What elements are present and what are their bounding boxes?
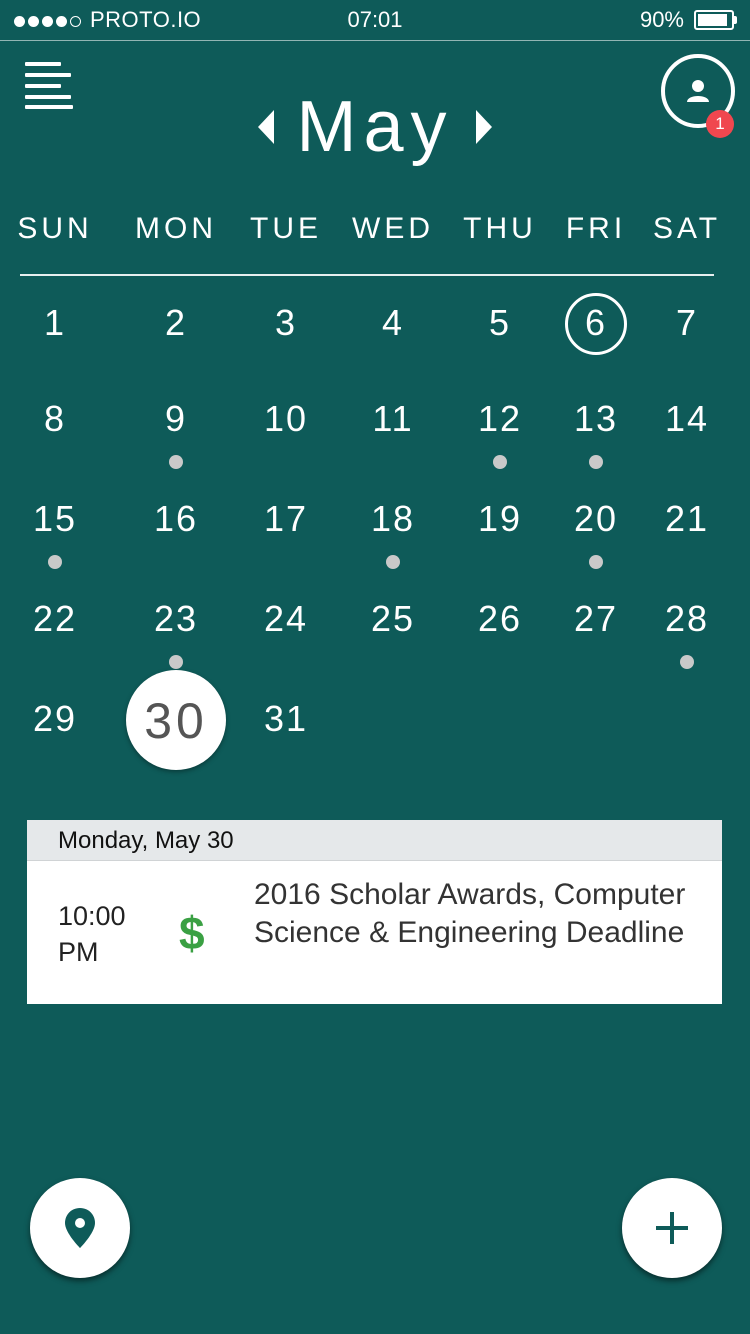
calendar-day[interactable]: 27 (556, 598, 636, 640)
location-pin-icon (65, 1208, 95, 1248)
calendar-day[interactable]: 21 (647, 498, 727, 540)
event-time-period: PM (58, 937, 99, 967)
event-indicator-dot (386, 555, 400, 569)
calendar-day[interactable]: 3 (246, 302, 326, 344)
calendar-day[interactable]: 31 (246, 698, 326, 740)
calendar-day[interactable]: 5 (460, 302, 540, 344)
calendar-day[interactable]: 7 (647, 302, 727, 344)
event-date-heading: Monday, May 30 (27, 820, 722, 861)
event-indicator-dot (493, 455, 507, 469)
calendar-day[interactable]: 22 (15, 598, 95, 640)
calendar-day[interactable]: 24 (246, 598, 326, 640)
calendar-day[interactable]: 18 (353, 498, 433, 540)
calendar-day[interactable]: 25 (353, 598, 433, 640)
calendar-day[interactable]: 15 (15, 498, 95, 540)
calendar-day[interactable]: 10 (246, 398, 326, 440)
calendar-day[interactable]: 29 (15, 698, 95, 740)
calendar-day[interactable]: 11 (353, 398, 433, 440)
add-event-button[interactable] (622, 1178, 722, 1278)
calendar-day[interactable]: 16 (136, 498, 216, 540)
calendar-day[interactable]: 13 (556, 398, 636, 440)
calendar-day[interactable]: 23 (136, 598, 216, 640)
calendar-day[interactable]: 20 (556, 498, 636, 540)
calendar-day[interactable]: 2 (136, 302, 216, 344)
location-button[interactable] (30, 1178, 130, 1278)
calendar-day[interactable]: 14 (647, 398, 727, 440)
event-indicator-dot (48, 555, 62, 569)
calendar-grid: 1 2 3 4 5 6 7 8 9 10 11 12 13 14 15 16 17 18 19 20 21 22 23 24 2… (0, 0, 750, 800)
selected-day-circle[interactable]: 30 (126, 670, 226, 770)
event-indicator-dot (589, 555, 603, 569)
calendar-day[interactable]: 19 (460, 498, 540, 540)
selected-day-number: 30 (144, 693, 208, 749)
plus-icon (656, 1212, 688, 1244)
event-title: 2016 Scholar Awards, Computer Science & … (254, 878, 686, 949)
calendar-day[interactable]: 6 (556, 302, 636, 344)
event-indicator-dot (169, 455, 183, 469)
calendar-day[interactable]: 4 (353, 302, 433, 344)
event-indicator-dot (169, 655, 183, 669)
calendar-day[interactable]: 28 (647, 598, 727, 640)
dollar-icon: $ (179, 907, 205, 959)
event-panel: Monday, May 30 10:00 PM $ 2016 Scholar A… (27, 820, 722, 1004)
calendar-day[interactable]: 17 (246, 498, 326, 540)
calendar-day[interactable]: 9 (136, 398, 216, 440)
calendar-day[interactable]: 1 (15, 302, 95, 344)
calendar-day[interactable]: 26 (460, 598, 540, 640)
calendar-day[interactable]: 12 (460, 398, 540, 440)
event-indicator-dot (680, 655, 694, 669)
event-indicator-dot (589, 455, 603, 469)
event-time: 10:00 PM (58, 898, 126, 970)
event-time-value: 10:00 (58, 901, 126, 931)
calendar-day[interactable]: 8 (15, 398, 95, 440)
